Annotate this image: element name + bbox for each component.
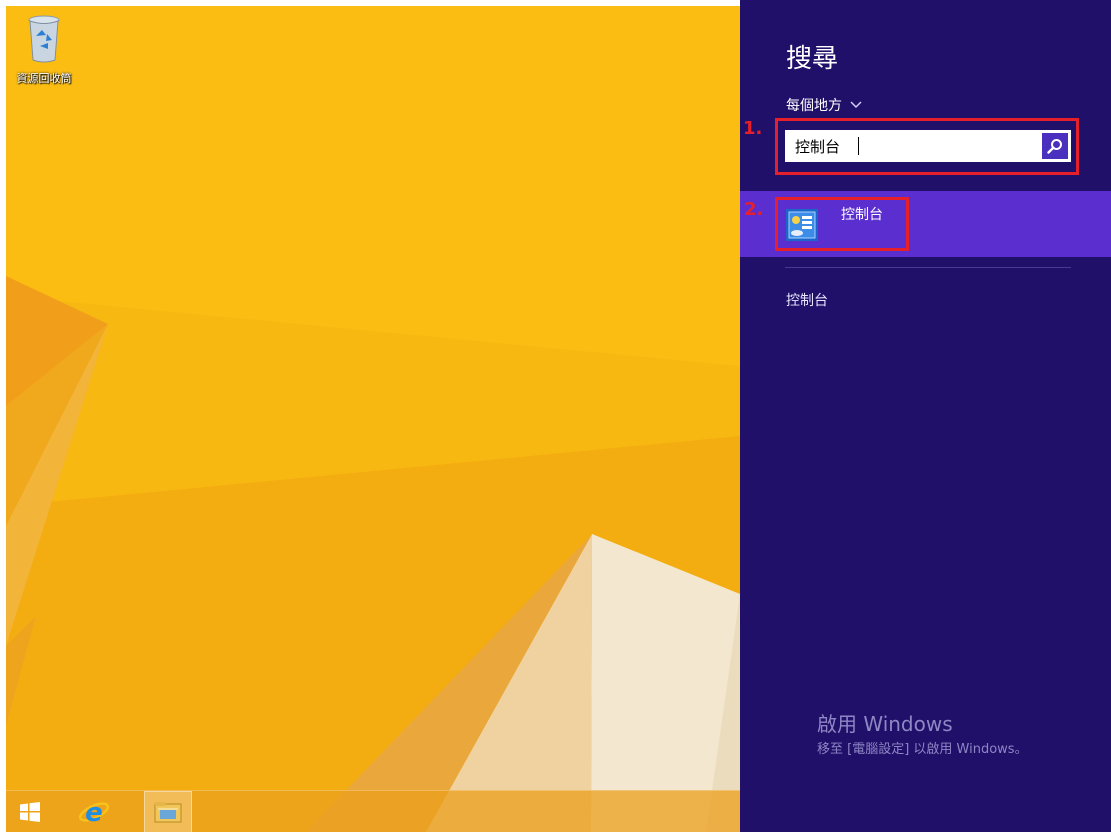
start-button[interactable] <box>6 791 54 832</box>
annotation-step-1: 1. <box>743 118 763 139</box>
search-box <box>785 130 1071 162</box>
activation-watermark-subtitle: 移至 [電腦設定] 以啟用 Windows。 <box>817 742 1028 757</box>
search-charm-panel: 搜尋 每個地方 1. 控制台 2. 控制台 啟用 Windows 移至 [電腦設… <box>740 0 1111 832</box>
recycle-bin-shortcut[interactable]: 資源回收筒 <box>10 12 78 86</box>
settings-result-label[interactable]: 控制台 <box>786 290 828 310</box>
windows-start-icon <box>20 802 40 822</box>
results-divider <box>785 267 1071 268</box>
recycle-bin-label: 資源回收筒 <box>16 72 72 85</box>
text-caret <box>858 137 859 155</box>
magnifier-icon <box>1047 139 1062 154</box>
chevron-down-icon <box>850 101 862 108</box>
activation-watermark-title: 啟用 Windows <box>817 712 953 736</box>
search-input[interactable] <box>785 130 1039 162</box>
search-scope-label: 每個地方 <box>786 98 842 114</box>
wallpaper <box>6 6 740 832</box>
file-explorer-button[interactable] <box>144 791 192 832</box>
annotation-step-2: 2. <box>744 199 764 220</box>
search-scope-dropdown[interactable]: 每個地方 <box>786 95 862 115</box>
charm-title: 搜尋 <box>786 44 839 74</box>
desktop: 資源回收筒 e <box>6 6 740 832</box>
taskbar: e <box>6 790 740 832</box>
file-explorer-icon <box>154 802 182 823</box>
internet-explorer-button[interactable]: e <box>70 791 118 832</box>
annotation-box-result <box>775 197 909 251</box>
internet-explorer-icon: e <box>78 798 110 827</box>
search-button[interactable] <box>1042 133 1068 159</box>
recycle-bin-icon <box>28 15 60 63</box>
svg-text:e: e <box>85 798 103 827</box>
